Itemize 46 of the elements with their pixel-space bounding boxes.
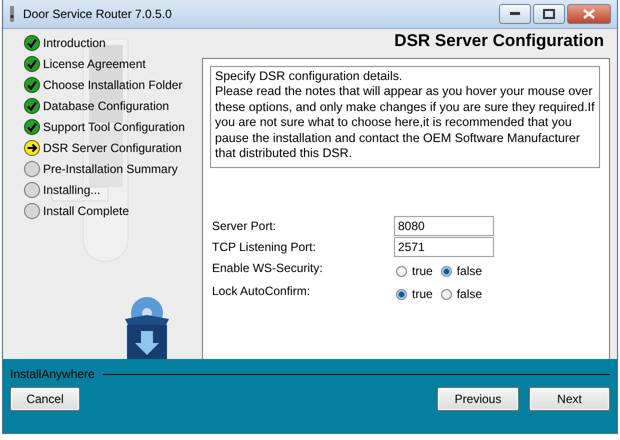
circle-icon	[24, 161, 40, 177]
field-label: Server Port:	[212, 218, 278, 234]
radio-button[interactable]	[396, 266, 407, 277]
cancel-button[interactable]: Cancel	[10, 387, 80, 411]
next-button[interactable]: Next	[529, 387, 610, 411]
input-field[interactable]: 8080	[394, 216, 494, 236]
step-label: Choose Installation Folder	[43, 78, 182, 92]
maximize-icon	[543, 9, 555, 19]
close-icon	[583, 9, 595, 19]
step-label: Installing...	[43, 183, 100, 197]
circle-icon	[24, 182, 40, 198]
maximize-button[interactable]	[533, 4, 565, 24]
checkmark-icon	[24, 119, 40, 135]
input-field[interactable]: 2571	[394, 237, 494, 258]
step-label: Pre-Installation Summary	[43, 162, 178, 176]
radio-option[interactable]: false	[440, 287, 482, 302]
description-text: Please read the notes that will appear as you hover your mouse over these options, and only make changes if you are sure they required.If you are not sure what to choose here,it is recommended that you pause the installation and contact the OEM Software Manufacturer that distributed this DSR.	[215, 84, 595, 162]
radio-button[interactable]	[396, 288, 407, 300]
step-label: License Agreement	[43, 57, 146, 71]
checkmark-icon	[24, 56, 40, 72]
minimize-icon	[510, 12, 520, 16]
radio-button[interactable]	[440, 288, 452, 300]
field-label: Enable WS-Security:	[212, 260, 324, 276]
step-label: Introduction	[43, 36, 106, 50]
close-button[interactable]	[567, 4, 611, 24]
radio-option[interactable]: false	[440, 264, 482, 278]
app-icon	[9, 6, 15, 22]
step-label: DSR Server Configuration	[43, 141, 182, 155]
page-heading: DSR Server Configuration	[394, 30, 605, 52]
previous-button[interactable]: Previous	[437, 387, 519, 411]
radio-option[interactable]: true	[396, 264, 433, 278]
checkmark-icon	[24, 98, 40, 114]
checkmark-icon	[24, 35, 40, 51]
step-label: Database Configuration	[43, 99, 170, 113]
brand-label: InstallAnywhere	[10, 367, 95, 381]
field-label: Lock AutoConfirm:	[212, 283, 312, 298]
step-label: Install Complete	[43, 204, 130, 218]
radio-button[interactable]	[440, 266, 452, 277]
window-title: Door Service Router 7.0.5.0	[23, 7, 173, 21]
field-label: TCP Listening Port:	[212, 239, 317, 254]
description-text: Specify DSR configuration details.	[215, 69, 404, 84]
radio-option[interactable]: true	[396, 287, 433, 302]
checkmark-icon	[24, 77, 40, 93]
circle-icon	[24, 203, 40, 219]
step-label: Support Tool Configuration	[43, 120, 185, 134]
minimize-button[interactable]	[499, 4, 531, 24]
